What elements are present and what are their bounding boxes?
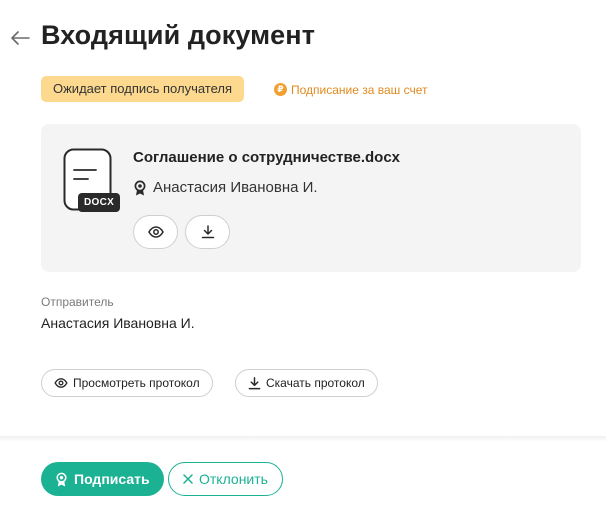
view-protocol-label: Просмотреть протокол bbox=[73, 376, 200, 390]
sender-name: Анастасия Ивановна И. bbox=[41, 315, 195, 331]
reject-button-label: Отклонить bbox=[199, 471, 268, 487]
download-document-button[interactable] bbox=[185, 215, 230, 249]
sign-button-label: Подписать bbox=[74, 471, 150, 487]
view-protocol-button[interactable]: Просмотреть протокол bbox=[41, 369, 213, 397]
eye-icon bbox=[147, 226, 164, 238]
sender-label: Отправитель bbox=[41, 295, 114, 309]
certificate-icon bbox=[55, 472, 68, 487]
document-signer-name: Анастасия Ивановна И. bbox=[153, 179, 318, 196]
ruble-coin-icon: ₽ bbox=[274, 83, 287, 96]
document-card: DOCX Соглашение о сотрудничестве.docx Ан… bbox=[41, 124, 581, 272]
file-extension-badge: DOCX bbox=[78, 193, 121, 212]
back-button[interactable] bbox=[8, 26, 32, 50]
download-protocol-button[interactable]: Скачать протокол bbox=[235, 369, 378, 397]
document-signer: Анастасия Ивановна И. bbox=[133, 179, 318, 196]
incoming-document-page: Входящий документ Ожидает подпись получа… bbox=[0, 0, 606, 516]
sign-button[interactable]: Подписать bbox=[41, 462, 164, 496]
reject-button[interactable]: Отклонить bbox=[168, 462, 283, 496]
page-title: Входящий документ bbox=[41, 20, 316, 50]
download-icon bbox=[248, 376, 261, 390]
footer-divider bbox=[0, 436, 606, 442]
eye-icon bbox=[54, 378, 68, 388]
download-protocol-label: Скачать протокол bbox=[266, 376, 365, 390]
arrow-left-icon bbox=[10, 30, 30, 46]
status-badge: Ожидает подпись получателя bbox=[41, 76, 245, 102]
view-document-button[interactable] bbox=[133, 215, 178, 249]
close-icon bbox=[183, 474, 193, 484]
payment-note: ₽ Подписание за ваш счет bbox=[274, 82, 428, 97]
payment-note-label: Подписание за ваш счет bbox=[291, 82, 428, 97]
certificate-icon bbox=[133, 180, 147, 196]
document-file-name: Соглашение о сотрудничестве.docx bbox=[133, 149, 401, 166]
download-icon bbox=[201, 225, 215, 239]
